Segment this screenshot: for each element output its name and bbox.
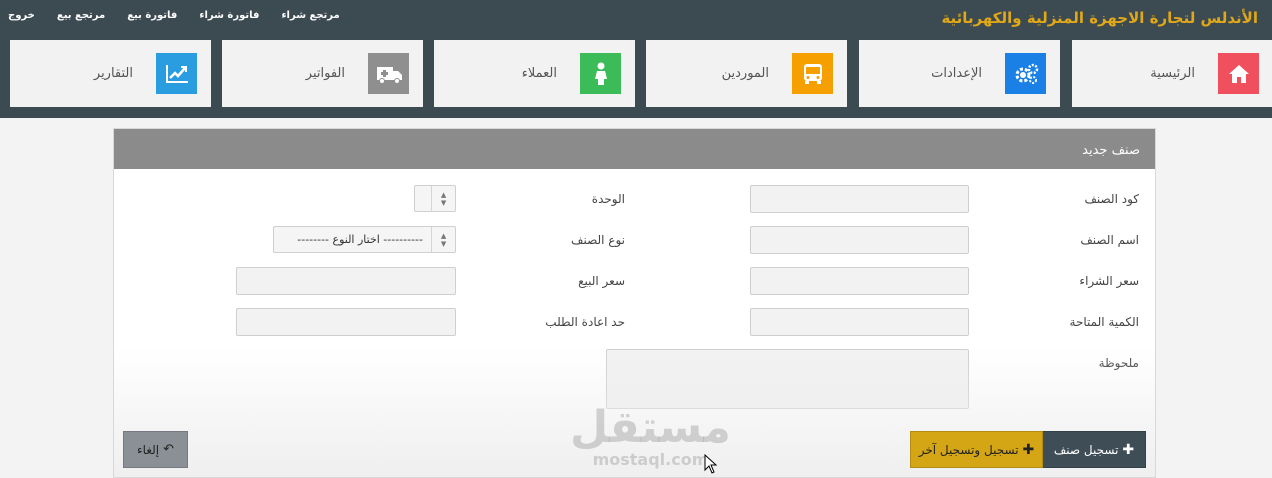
purchase-price-input[interactable] [750,267,969,295]
purchase-price-label: سعر الشراء [1079,274,1139,288]
link-sale-invoice[interactable]: فاتورة بيع [127,10,177,21]
person-icon [580,53,621,94]
item-code-label: كود الصنف [1084,192,1139,206]
available-qty-input[interactable] [750,308,969,336]
tile-invoices-label: الفواتير [305,66,345,81]
link-purchase-return[interactable]: مرتجع شراء [281,10,339,21]
note-label: ملحوظة [1098,356,1139,370]
unit-select[interactable]: ▲ ▼ [414,185,456,212]
top-navbar: الأندلس لتجارة الاجهزة المنزلية والكهربا… [0,0,1272,118]
tile-home-label: الرئيسية [1150,66,1195,81]
tile-reports-label: التقارير [93,66,133,81]
mouse-cursor-icon [704,454,718,474]
cancel-label: إلغاء [137,442,160,457]
available-qty-label: الكمية المتاحة [1069,315,1139,329]
reorder-limit-label: حد اعادة الطلب [545,315,625,329]
panel-title: صنف جديد [114,129,1155,169]
undo-icon: ↶ [163,442,174,457]
sale-price-input[interactable] [236,267,456,295]
chart-icon [156,53,197,94]
item-code-input[interactable] [750,185,969,213]
bus-icon [792,53,833,94]
save-item-button[interactable]: ✚ تسجيل صنف [1042,431,1146,468]
tile-settings-label: الإعدادات [931,66,982,81]
tile-suppliers-label: الموردين [721,66,769,81]
item-type-select-value: ---------- اختار النوع -------- [297,233,423,246]
home-icon [1218,53,1259,94]
app-brand[interactable]: الأندلس لتجارة الاجهزة المنزلية والكهربا… [941,9,1258,27]
cancel-button[interactable]: ↶ إلغاء [123,431,188,468]
link-logout[interactable]: خروج [8,10,35,21]
tile-suppliers[interactable]: الموردين [646,40,847,107]
item-type-label: نوع الصنف [571,233,625,247]
save-and-new-button[interactable]: ✚ تسجيل وتسجيل آخر [910,431,1043,468]
tile-home[interactable]: الرئيسية [1072,40,1272,107]
save-and-new-label: تسجيل وتسجيل آخر [918,442,1019,457]
top-links: مرتجع شراء فاتورة شراء فاتورة بيع مرتجع … [8,10,340,21]
new-item-panel: صنف جديد كود الصنف الوحدة ▲ ▼ اسم الصنف ن… [113,128,1156,478]
tile-reports[interactable]: التقارير [10,40,211,107]
unit-label: الوحدة [591,192,625,206]
note-textarea[interactable] [606,349,969,409]
tile-settings[interactable]: الإعدادات [859,40,1060,107]
reorder-limit-input[interactable] [236,308,456,336]
save-item-label: تسجيل صنف [1053,442,1119,457]
plus-icon: ✚ [1022,441,1035,458]
plus-icon: ✚ [1122,441,1135,458]
item-name-label: اسم الصنف [1080,233,1139,247]
tile-customers-label: العملاء [521,66,557,81]
item-type-select[interactable]: ▲ ▼ ---------- اختار النوع -------- [273,226,456,253]
link-purchase-invoice[interactable]: فاتورة شراء [199,10,259,21]
ambulance-icon [368,53,409,94]
tile-customers[interactable]: العملاء [434,40,635,107]
gears-icon [1005,53,1046,94]
link-sale-return[interactable]: مرتجع بيع [57,10,105,21]
tile-invoices[interactable]: الفواتير [222,40,423,107]
item-name-input[interactable] [750,226,969,254]
sale-price-label: سعر البيع [578,274,625,288]
